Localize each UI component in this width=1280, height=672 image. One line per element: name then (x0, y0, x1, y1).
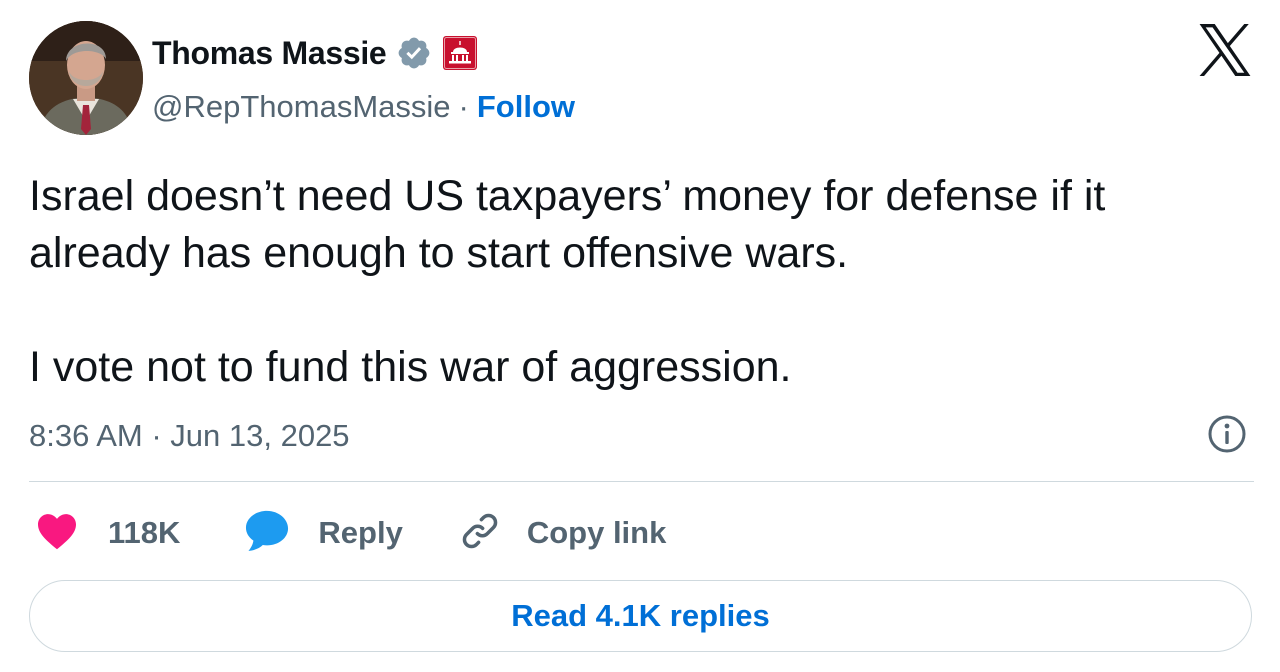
tweet-timestamp[interactable]: 8:36 AM · Jun 13, 2025 (29, 414, 350, 458)
divider (29, 481, 1254, 482)
speech-bubble-icon (244, 509, 290, 558)
copy-link-label: Copy link (526, 515, 667, 550)
reply-button[interactable]: Reply (244, 509, 403, 558)
link-icon (459, 510, 501, 557)
tweet-paragraph: I vote not to fund this war of aggressio… (29, 343, 792, 391)
follow-button[interactable]: Follow (477, 89, 575, 125)
separator-dot: · (458, 89, 469, 124)
like-count: 118K (108, 515, 181, 550)
us-capitol-badge-icon (442, 35, 478, 71)
author-handle-row: @RepThomasMassie · Follow (152, 86, 575, 128)
person-avatar-icon (29, 21, 143, 135)
x-logo-icon[interactable] (1196, 24, 1254, 76)
verified-badge-icon (396, 35, 432, 71)
tweet-text: Israel doesn’t need US taxpayers’ money … (29, 168, 1254, 396)
author-name-row: Thomas Massie (152, 30, 478, 76)
action-bar: 118K Reply Copy link (36, 508, 666, 558)
heart-icon (36, 512, 78, 555)
tweet-paragraph: Israel doesn’t need US taxpayers’ money … (29, 172, 1106, 277)
info-icon[interactable] (1207, 414, 1247, 454)
like-button[interactable]: 118K (36, 512, 180, 555)
tweet-card: Thomas Massie @RepThomasMassie · Follow … (0, 0, 1280, 672)
author-handle[interactable]: @RepThomasMassie (152, 89, 451, 125)
avatar[interactable] (29, 21, 143, 135)
read-replies-button[interactable]: Read 4.1K replies (29, 580, 1252, 652)
reply-label: Reply (318, 515, 403, 550)
copy-link-button[interactable]: Copy link (459, 510, 667, 557)
author-display-name[interactable]: Thomas Massie (152, 35, 387, 72)
